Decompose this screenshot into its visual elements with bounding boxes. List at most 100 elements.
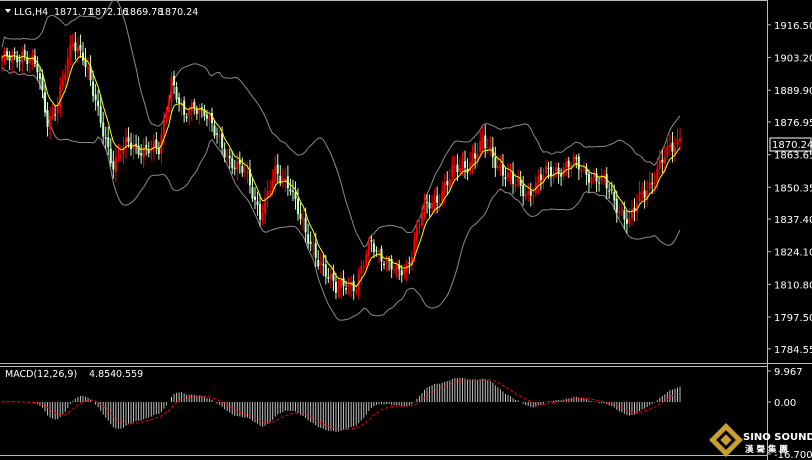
candle-down xyxy=(550,166,553,177)
candle-up xyxy=(261,213,264,221)
candle-up xyxy=(61,79,64,86)
candle-up xyxy=(312,245,315,247)
candle-down xyxy=(615,198,618,213)
candle-up xyxy=(347,284,350,288)
logo-text: SINO SOUND xyxy=(743,432,812,443)
candle-up xyxy=(337,286,340,292)
candle-up xyxy=(132,144,135,149)
candle-down xyxy=(109,148,112,164)
candle-down xyxy=(352,281,355,292)
candle-up xyxy=(453,165,456,167)
candle-down xyxy=(661,159,664,163)
candle-up xyxy=(243,170,246,172)
candle-up xyxy=(319,262,322,265)
candle-down xyxy=(598,182,601,184)
candle-up xyxy=(329,273,332,279)
candle-up xyxy=(413,238,416,255)
candle-down xyxy=(474,153,477,159)
price-tick-label: 1810.80 xyxy=(774,280,812,291)
candle-up xyxy=(403,269,406,275)
candle-up xyxy=(167,100,170,113)
ma-line xyxy=(1,54,681,288)
candle-up xyxy=(668,144,671,148)
price-tick-label: 1850.35 xyxy=(774,183,812,194)
candle-down xyxy=(322,264,325,266)
candle-up xyxy=(69,44,72,58)
candle-up xyxy=(638,191,641,202)
candle-up xyxy=(461,161,464,168)
candle-up xyxy=(51,112,54,114)
candle-down xyxy=(463,161,466,168)
candle-up xyxy=(479,140,482,152)
candle-up xyxy=(393,269,396,271)
candle-up xyxy=(423,201,426,212)
candle-up xyxy=(496,166,499,168)
macd-panel xyxy=(1,377,681,432)
candle-down xyxy=(155,139,158,148)
candle-down xyxy=(370,240,373,242)
candle-up xyxy=(509,173,512,175)
candle-up xyxy=(117,154,120,156)
price-tick-label: 1876.95 xyxy=(774,118,812,129)
candle-down xyxy=(233,167,236,169)
candle-down xyxy=(577,156,580,170)
candle-down xyxy=(327,277,330,279)
candle-down xyxy=(41,77,44,91)
candle-up xyxy=(420,212,423,226)
candle-down xyxy=(334,281,337,293)
candle-up xyxy=(666,145,669,157)
candle-down xyxy=(213,125,216,136)
candle-down xyxy=(79,44,82,51)
candle-down xyxy=(145,145,148,148)
candle-up xyxy=(64,74,67,81)
candle-up xyxy=(471,155,474,165)
candle-up xyxy=(590,177,593,184)
candle-up xyxy=(269,190,272,192)
candle-up xyxy=(271,180,274,190)
candle-down xyxy=(297,199,300,215)
candle-up xyxy=(114,156,117,172)
candle-up xyxy=(281,178,284,181)
candle-down xyxy=(426,201,429,203)
candle-down xyxy=(38,73,41,79)
candle-up xyxy=(600,174,603,182)
candle-down xyxy=(383,263,386,266)
ohlc-open: 1871.71 xyxy=(54,7,93,18)
candle-down xyxy=(74,42,77,51)
candle-up xyxy=(190,102,193,111)
logo-subtext: 漢 聲 集 團 xyxy=(745,444,788,455)
candle-down xyxy=(625,219,628,224)
candle-down xyxy=(400,270,403,276)
candle-down xyxy=(92,81,95,96)
candle-down xyxy=(494,157,497,169)
price-tick-label: 1889.90 xyxy=(774,86,812,97)
candle-up xyxy=(618,211,621,214)
candle-down xyxy=(279,175,282,183)
candle-up xyxy=(66,57,69,75)
candle-up xyxy=(340,280,343,289)
candle-up xyxy=(620,209,623,211)
candle-down xyxy=(8,55,11,61)
candle-up xyxy=(628,217,631,224)
candle-up xyxy=(451,165,454,178)
price-tick-label: 1797.50 xyxy=(774,313,812,324)
candle-down xyxy=(613,192,616,201)
price-axis: 1916.50 1903.20 1889.90 1876.95 1863.65 1850.… xyxy=(767,21,812,356)
candle-down xyxy=(307,234,310,244)
candle-up xyxy=(481,137,484,143)
candle-down xyxy=(643,190,646,198)
candle-down xyxy=(54,114,57,116)
candle-up xyxy=(448,178,451,188)
candle-down xyxy=(529,190,532,196)
candle-up xyxy=(11,54,14,63)
candle-up xyxy=(59,86,62,108)
candle-up xyxy=(433,197,436,204)
candle-down xyxy=(332,273,335,281)
ohlc-close: 1870.24 xyxy=(159,7,198,18)
price-tick-label: 1837.40 xyxy=(774,215,812,226)
macd-value: 4.854 xyxy=(89,369,116,380)
candle-up xyxy=(119,156,122,158)
candle-down xyxy=(372,243,375,253)
symbol-dropdown-icon[interactable] xyxy=(5,9,11,13)
candle-up xyxy=(648,181,651,189)
